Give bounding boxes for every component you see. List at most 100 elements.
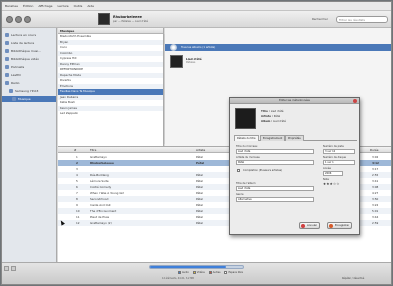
tab-recording[interactable]: Enregistrement	[260, 135, 286, 141]
status-bar: Audio Vidéos Autres Espace libre 12 élément…	[2, 262, 391, 284]
sidebar-item[interactable]: Radio	[5, 80, 19, 86]
capacity-legend: Audio Vidéos Autres Espace libre	[178, 271, 243, 274]
toolbar: Rhubarbeleeee par — Pétales — Lied d'été…	[2, 11, 391, 28]
album-title-label: Titre de l'album	[236, 182, 256, 185]
track-artist-field[interactable]: Pétal	[236, 160, 314, 165]
track-num: 12	[76, 221, 80, 225]
source-icon	[5, 73, 9, 77]
track-num: 9	[76, 203, 78, 207]
source-icon	[12, 97, 16, 101]
sidebar-item-label: Samsung YP-K3	[15, 89, 39, 93]
sidebar-item[interactable]: Lecture en cours	[5, 32, 36, 38]
cancel-icon	[301, 224, 305, 228]
compilation-checkbox[interactable]	[237, 169, 240, 172]
track-duration: 3:50	[372, 197, 379, 201]
track-number-field[interactable]: 3 sur 12	[323, 149, 355, 154]
menu-banshee[interactable]: Banshee	[5, 4, 18, 8]
dialog-cover	[235, 108, 256, 129]
legend-item: Audio	[178, 271, 189, 274]
sidebar-item-label: Radio	[11, 81, 20, 85]
menu-edit[interactable]: Édition	[23, 4, 33, 8]
col-title[interactable]: Titre	[90, 148, 96, 152]
sidebar-item[interactable]: Musique	[2, 96, 56, 102]
legend-swatch	[208, 271, 212, 274]
track-duration: 3:02	[372, 155, 379, 159]
sidebar-item[interactable]: Liste de lecture	[5, 40, 34, 46]
track-num: 3	[76, 167, 78, 171]
menu-help[interactable]: Aide	[87, 4, 94, 8]
menu-tools[interactable]: Outils	[74, 4, 83, 8]
disc-number-field[interactable]: 1 sur 1	[323, 160, 355, 165]
legend-label: Audio	[182, 271, 189, 274]
track-title: Pleut de Pluie	[90, 215, 110, 219]
cancel-button[interactable]: Annuler	[299, 222, 321, 229]
sidebar-item[interactable]: Bibliothèque musi…	[5, 48, 41, 54]
sidebar-item-label: Lecture en cours	[11, 33, 37, 37]
menu-view[interactable]: Affichage	[38, 4, 52, 8]
repeat-status[interactable]: Répéter / désactivé	[342, 277, 364, 280]
album-cover[interactable]	[170, 55, 183, 68]
track-num: 4	[76, 173, 78, 177]
col-artist[interactable]: Artiste	[196, 148, 205, 152]
menu-playback[interactable]: Lecture	[57, 4, 68, 8]
sidebar-item[interactable]: Podcasts	[5, 64, 24, 70]
rating-stars[interactable]: ★★★☆☆	[323, 182, 340, 186]
sidebar-item[interactable]: Samsung YP-K3	[5, 88, 38, 94]
genre-select[interactable]: Alternative	[236, 197, 314, 202]
shuffle-icon[interactable]	[11, 266, 16, 271]
track-duration: 2:55	[372, 173, 379, 177]
track-artist: Pétal	[196, 203, 203, 207]
dialog-info-artist: Artiste : Pétal	[261, 115, 281, 118]
artist-list: Musique Bladonforth Ensemble Bryan Coco Col…	[58, 28, 164, 146]
track-title: Grattemayn	[90, 155, 107, 159]
all-albums-label: Tous les albums (1 artiste)	[181, 46, 216, 49]
year-label: Année	[323, 167, 331, 170]
add-playlist-icon[interactable]	[4, 266, 9, 271]
tab-properties[interactable]: Propriétés	[285, 135, 304, 141]
legend-item: Espace libre	[224, 271, 243, 274]
dialog-tabs: Détails du titre Enregistrement Propriét…	[234, 135, 357, 141]
source-icon	[5, 57, 9, 61]
previous-icon[interactable]	[6, 16, 13, 23]
track-title-field[interactable]: Lied d'été	[236, 149, 314, 154]
source-icon	[5, 33, 9, 37]
track-duration: 2:59	[372, 221, 379, 225]
source-icon	[5, 81, 9, 85]
sidebar-item-label: Lastfm	[11, 73, 22, 77]
search-label: Rechercher	[312, 17, 328, 21]
track-artist-label: Artiste du morceau	[236, 156, 260, 159]
track-title: Inside And Out	[90, 203, 111, 207]
sidebar-item-label: Musique	[18, 97, 31, 101]
artist-row[interactable]: Led Zeppelin	[58, 111, 163, 117]
search-input[interactable]: Filtrer les résultats	[336, 16, 388, 23]
cancel-label: Annuler	[307, 224, 318, 227]
source-icon	[5, 41, 9, 45]
source-icon	[9, 89, 13, 93]
status-text: 12 éléments, 44:21, 3,2 MB	[162, 277, 194, 280]
next-icon[interactable]	[24, 16, 31, 23]
save-button[interactable]: Enregistrer	[327, 222, 353, 229]
track-artist: Pétal	[196, 185, 203, 189]
close-icon[interactable]	[353, 99, 357, 103]
legend-item: Autres	[208, 271, 220, 274]
year-field[interactable]: 2006	[323, 171, 343, 176]
track-duration: 3:44	[372, 215, 379, 219]
track-title: Grattemayn (2)	[90, 221, 112, 225]
col-number[interactable]: #	[74, 148, 76, 152]
track-num: 2	[76, 161, 78, 165]
genre-label: Genre	[236, 193, 244, 196]
device-capacity-fill	[150, 266, 227, 268]
track-duration: 4:12	[372, 161, 379, 165]
track-artist: Pétal	[196, 173, 203, 177]
album-artist: Pétales	[186, 61, 196, 64]
legend-swatch	[224, 271, 228, 274]
legend-swatch	[178, 271, 181, 274]
source-icon	[5, 49, 9, 53]
col-duration[interactable]: Durée	[370, 148, 378, 152]
album-title-field[interactable]: Lied d'été	[236, 186, 314, 191]
sidebar-item[interactable]: Bibliothèque vidéo	[5, 56, 39, 62]
track-num: 6	[76, 185, 78, 189]
sidebar-item[interactable]: Lastfm	[5, 72, 21, 78]
play-icon[interactable]	[15, 16, 22, 23]
tab-details[interactable]: Détails du titre	[234, 135, 259, 141]
